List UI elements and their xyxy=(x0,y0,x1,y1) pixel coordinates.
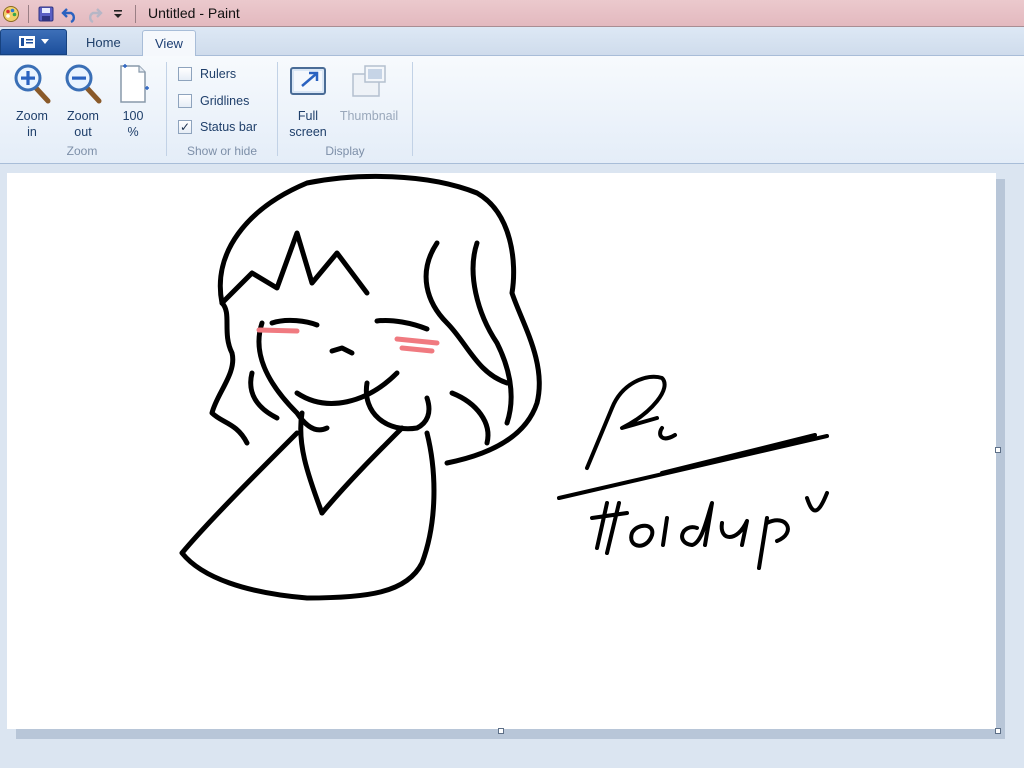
zoom-in-button[interactable]: Zoom in xyxy=(10,62,54,140)
zoom-in-label-2: in xyxy=(27,125,37,139)
zoom-out-button[interactable]: Zoom out xyxy=(61,62,105,140)
title-bar: Untitled - Paint xyxy=(0,0,1024,27)
paint-menu-button[interactable] xyxy=(0,29,67,55)
toolbar-separator xyxy=(28,4,29,23)
full-screen-label-2: screen xyxy=(289,125,327,139)
ribbon-tab-row: Home View xyxy=(0,27,1024,57)
menu-list-icon xyxy=(18,36,35,48)
ribbon-panel: Zoom in Zoom out 100 % Zoom Rulers Gridl… xyxy=(0,56,1024,164)
resize-handle-corner[interactable] xyxy=(995,728,1001,734)
rulers-checkbox[interactable] xyxy=(178,67,192,81)
background-taskbar-ghost xyxy=(288,4,1024,26)
zoom-group: Zoom in Zoom out 100 % Zoom xyxy=(6,60,158,160)
full-screen-icon xyxy=(288,62,328,104)
full-screen-label-1: Full xyxy=(297,109,319,123)
character-sketch xyxy=(179,173,829,601)
display-group-label: Display xyxy=(325,144,365,158)
full-screen-button[interactable]: Full screen xyxy=(285,62,331,140)
customize-dropdown-icon[interactable] xyxy=(107,3,129,25)
chevron-down-icon xyxy=(40,39,49,44)
thumbnail-button[interactable]: Thumbnail xyxy=(335,62,403,124)
canvas-workspace xyxy=(0,165,1024,768)
zoom-in-label-1: Zoom xyxy=(16,109,48,123)
resize-handle-bottom[interactable] xyxy=(498,728,504,734)
save-icon[interactable] xyxy=(35,3,57,25)
redo-icon[interactable] xyxy=(83,3,105,25)
ghost-tab xyxy=(466,4,638,26)
thumbnail-label: Thumbnail xyxy=(339,109,399,123)
group-separator xyxy=(277,62,278,156)
ghost-tab xyxy=(288,4,460,26)
status-bar-label: Status bar xyxy=(200,120,257,134)
actual-size-page-icon xyxy=(113,62,153,104)
ghost-tab xyxy=(644,4,816,26)
group-separator xyxy=(412,62,413,156)
drawing-canvas[interactable] xyxy=(7,173,996,729)
thumbnail-icon xyxy=(349,62,389,104)
zoom-out-icon xyxy=(63,62,103,104)
zoom-100-label-1: 100 xyxy=(122,109,144,123)
status-bar-checkbox[interactable]: ✓ xyxy=(178,120,192,134)
rulers-checkbox-row[interactable]: Rulers xyxy=(178,64,236,84)
zoom-in-icon xyxy=(12,62,52,104)
quick-access-toolbar xyxy=(0,0,142,27)
show-or-hide-group-label: Show or hide xyxy=(186,144,258,158)
gridlines-checkbox-row[interactable]: Gridlines xyxy=(178,91,249,111)
status-bar-checkbox-row[interactable]: ✓ Status bar xyxy=(178,117,257,137)
display-group: Full screen Thumbnail Display xyxy=(279,60,411,160)
gridlines-label: Gridlines xyxy=(200,94,250,108)
ghost-tab xyxy=(822,4,994,26)
paint-app-icon[interactable] xyxy=(0,3,22,25)
zoom-group-label: Zoom xyxy=(66,144,98,158)
zoom-100-button[interactable]: 100 % xyxy=(111,62,155,140)
tab-home[interactable]: Home xyxy=(74,30,133,56)
zoom-out-label-2: out xyxy=(74,125,92,139)
rulers-label: Rulers xyxy=(200,67,237,81)
window-title: Untitled - Paint xyxy=(148,5,240,21)
toolbar-separator xyxy=(135,4,136,23)
group-separator xyxy=(166,62,167,156)
resize-handle-right[interactable] xyxy=(995,447,1001,453)
gridlines-checkbox[interactable] xyxy=(178,94,192,108)
undo-icon[interactable] xyxy=(59,3,81,25)
zoom-out-label-1: Zoom xyxy=(67,109,99,123)
tab-view[interactable]: View xyxy=(142,30,196,57)
show-or-hide-group: Rulers Gridlines ✓ Status bar Show or hi… xyxy=(168,60,276,160)
zoom-100-label-2: % xyxy=(127,125,139,139)
